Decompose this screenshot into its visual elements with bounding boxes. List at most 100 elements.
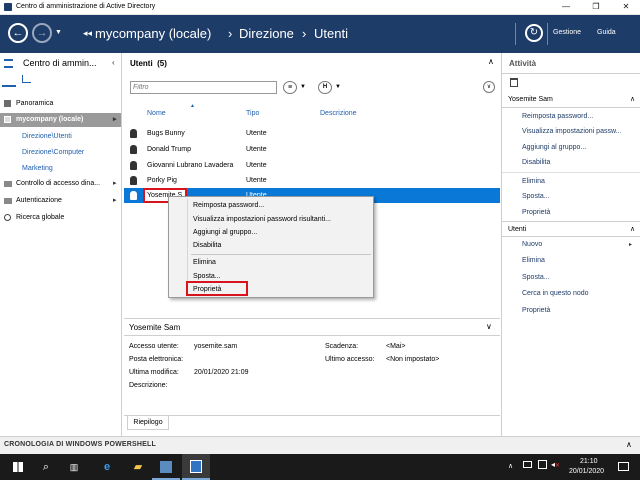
- nav-item-authentication[interactable]: Autenticazione ▸: [0, 194, 121, 208]
- expand-list-button[interactable]: ∨: [483, 81, 495, 93]
- nav-item-users[interactable]: Direzione\Utenti: [0, 130, 121, 144]
- keyboard-icon[interactable]: [523, 461, 532, 468]
- table-row[interactable]: Giovanni Lubrano Lavadera Utente: [124, 158, 500, 173]
- clipboard-icon[interactable]: [510, 78, 518, 87]
- nav-item-computers[interactable]: Direzione\Computer: [0, 146, 121, 160]
- expiry-label: Scadenza:: [325, 343, 359, 350]
- menu-item-view-password-settings[interactable]: Visualizza impostazioni password risulta…: [193, 213, 331, 226]
- expand-arrow-icon[interactable]: ▸: [113, 194, 117, 208]
- tasks-section-user[interactable]: Yosemite Sam ∧: [502, 92, 640, 108]
- search-icon[interactable]: ⌕: [32, 454, 60, 480]
- nav-item-label: Autenticazione: [16, 197, 62, 204]
- hierarchy-dropdown-icon[interactable]: ▼: [335, 84, 341, 90]
- breadcrumb-domain[interactable]: mycompany (locale): [95, 26, 211, 41]
- app-icon: [4, 3, 12, 11]
- section-collapse-icon[interactable]: ∧: [630, 222, 635, 238]
- task-view-icon[interactable]: ▥: [60, 454, 88, 480]
- history-dropdown-icon[interactable]: ▼: [55, 29, 62, 36]
- table-row[interactable]: Donald Trump Utente: [124, 142, 500, 157]
- back-button[interactable]: ←: [8, 23, 28, 43]
- breadcrumb-container[interactable]: Utenti: [314, 26, 348, 41]
- hierarchy-button[interactable]: H: [318, 81, 332, 94]
- user-name: Bugs Bunny: [147, 130, 185, 137]
- last-logon-label: Ultimo accesso:: [325, 356, 375, 363]
- close-button[interactable]: ✕: [612, 0, 640, 15]
- nav-item-overview[interactable]: Panoramica: [0, 97, 121, 111]
- powershell-history-bar[interactable]: CRONOLOGIA DI WINDOWS POWERSHELL ∧: [0, 436, 640, 454]
- collapse-list-icon[interactable]: ∧: [488, 57, 494, 66]
- edge-icon[interactable]: e: [93, 454, 121, 480]
- nav-item-label: Panoramica: [16, 100, 54, 107]
- expand-arrow-icon[interactable]: ▸: [113, 177, 117, 191]
- task-delete[interactable]: Elimina: [502, 174, 640, 190]
- filter-input[interactable]: [130, 81, 277, 94]
- nav-item-domain[interactable]: mycompany (locale) ▸: [0, 113, 121, 127]
- notifications-icon[interactable]: [618, 462, 629, 471]
- start-button[interactable]: [4, 454, 32, 480]
- user-icon: [130, 191, 137, 200]
- access-value: yosemite.sam: [194, 343, 238, 350]
- table-row[interactable]: Porky Pig Utente: [124, 173, 500, 188]
- task-add-to-group[interactable]: Aggiungi al gruppo...: [502, 140, 640, 156]
- task-reset-password[interactable]: Reimposta password...: [502, 109, 640, 125]
- details-collapse-icon[interactable]: ∨: [486, 322, 492, 331]
- list-view-icon[interactable]: [4, 59, 13, 68]
- ad-admin-center-icon[interactable]: [182, 454, 210, 480]
- user-type: Utente: [246, 146, 267, 153]
- description-label: Descrizione:: [129, 382, 168, 389]
- context-menu: Reimposta password... Visualizza imposta…: [168, 196, 374, 298]
- server-manager-icon[interactable]: [152, 454, 180, 480]
- tree-view-icon[interactable]: [22, 75, 31, 83]
- column-header-type[interactable]: Tipo: [246, 110, 259, 117]
- column-header-description[interactable]: Descrizione: [320, 110, 357, 117]
- breadcrumb-ou[interactable]: Direzione: [239, 26, 294, 41]
- menu-item-disable[interactable]: Disabilita: [193, 239, 221, 252]
- forward-button[interactable]: →: [32, 23, 52, 43]
- nav-item-marketing[interactable]: Marketing: [0, 162, 121, 176]
- manage-menu[interactable]: Gestione: [553, 29, 581, 36]
- nav-item-global-search[interactable]: Ricerca globale: [0, 211, 121, 225]
- task-search-node[interactable]: Cerca in questo nodo: [502, 286, 640, 302]
- table-row[interactable]: Bugs Bunny Utente: [124, 126, 500, 141]
- task-delete-container[interactable]: Elimina: [502, 253, 640, 269]
- view-options-button[interactable]: ≡: [283, 81, 297, 94]
- file-explorer-icon[interactable]: ▰: [124, 454, 152, 480]
- minimize-button[interactable]: —: [552, 0, 580, 15]
- task-disable[interactable]: Disabilita: [502, 155, 640, 171]
- refresh-button[interactable]: ↻: [525, 24, 543, 42]
- expand-arrow-icon[interactable]: ▸: [113, 113, 117, 127]
- task-new[interactable]: Nuovo ▸: [502, 237, 640, 253]
- clock-date[interactable]: 20/01/2020: [569, 468, 604, 475]
- title-bar: Centro di amministrazione di Active Dire…: [0, 0, 640, 15]
- task-properties-container[interactable]: Proprietà: [502, 303, 640, 319]
- navbar-divider: [547, 23, 548, 45]
- tasks-section-users[interactable]: Utenti ∧: [502, 221, 640, 237]
- tab-summary[interactable]: Riepilogo: [127, 416, 169, 430]
- nav-item-label: Direzione\Computer: [22, 149, 85, 156]
- task-divider: [502, 172, 640, 173]
- collapse-pane-icon[interactable]: ‹: [112, 58, 115, 67]
- network-icon[interactable]: [538, 460, 547, 469]
- powershell-expand-icon[interactable]: ∧: [626, 440, 632, 449]
- maximize-button[interactable]: ❐: [582, 0, 610, 15]
- access-label: Accesso utente:: [129, 343, 179, 350]
- task-move[interactable]: Sposta...: [502, 189, 640, 205]
- task-properties[interactable]: Proprietà: [502, 205, 640, 221]
- notification-chevron-icon[interactable]: ∧: [508, 462, 513, 470]
- task-view-password-settings[interactable]: Visualizza impostazioni passw...: [502, 124, 640, 140]
- menu-item-add-to-group[interactable]: Aggiungi al gruppo...: [193, 226, 257, 239]
- volume-muted-icon[interactable]: ◂✕: [551, 460, 560, 469]
- tasks-section-title: Yosemite Sam: [508, 96, 553, 103]
- menu-item-delete[interactable]: Elimina: [193, 256, 216, 269]
- modified-value: 20/01/2020 21:09: [194, 369, 249, 376]
- task-move-container[interactable]: Sposta...: [502, 270, 640, 286]
- clock-time[interactable]: 21:10: [580, 458, 598, 465]
- nav-item-dynamic-access-control[interactable]: Controllo di accesso dina... ▸: [0, 177, 121, 191]
- view-options-dropdown-icon[interactable]: ▼: [300, 84, 306, 90]
- help-menu[interactable]: Guida: [597, 29, 616, 36]
- section-collapse-icon[interactable]: ∧: [630, 92, 635, 108]
- menu-item-properties[interactable]: Proprietà: [193, 283, 221, 296]
- submenu-arrow-icon: ▸: [629, 242, 633, 248]
- menu-item-reset-password[interactable]: Reimposta password...: [193, 199, 264, 212]
- column-header-name[interactable]: Nome: [147, 110, 166, 117]
